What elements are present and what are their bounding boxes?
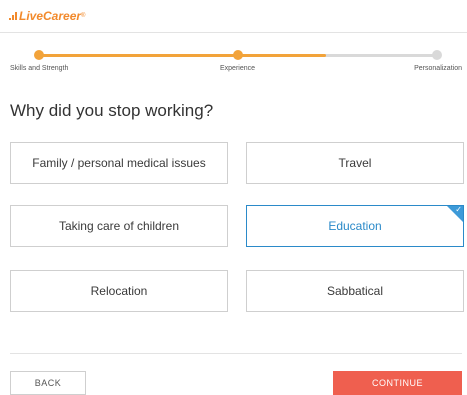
option-travel[interactable]: Travel [246, 142, 464, 184]
step-label-experience: Experience [220, 65, 256, 72]
footer-divider [10, 353, 462, 354]
progress-dot-personalization [432, 50, 442, 60]
back-button[interactable]: BACK [10, 371, 86, 395]
option-label: Sabbatical [326, 284, 384, 298]
option-education[interactable]: Education ✓ [246, 205, 464, 247]
logo-mark-icon [9, 12, 17, 20]
checkmark-icon: ✓ [455, 205, 462, 214]
progress-tracker: Skills and Strength Experience Personali… [0, 42, 467, 82]
progress-dot-experience [233, 50, 243, 60]
option-sabbatical[interactable]: Sabbatical [246, 270, 464, 312]
continue-button[interactable]: CONTINUE [333, 371, 462, 395]
question-title: Why did you stop working? [10, 101, 214, 120]
option-relocation[interactable]: Relocation [10, 270, 228, 312]
option-label: Travel [338, 156, 372, 170]
option-taking-care-of-children[interactable]: Taking care of children [10, 205, 228, 247]
option-family-medical[interactable]: Family / personal medical issues [10, 142, 228, 184]
option-label: Education [328, 219, 382, 233]
logo-text: LiveCareer [19, 9, 82, 23]
option-label: Relocation [90, 284, 148, 298]
progress-dot-skills [34, 50, 44, 60]
option-label: Taking care of children [58, 219, 180, 233]
logo-trademark: ® [81, 13, 86, 19]
livecareer-logo[interactable]: LiveCareer ® [9, 9, 85, 23]
header: LiveCareer ® [0, 0, 467, 33]
option-label: Family / personal medical issues [32, 156, 206, 170]
progress-fill [39, 54, 326, 57]
step-label-personalization: Personalization [414, 65, 462, 72]
step-label-skills: Skills and Strength [10, 65, 69, 72]
